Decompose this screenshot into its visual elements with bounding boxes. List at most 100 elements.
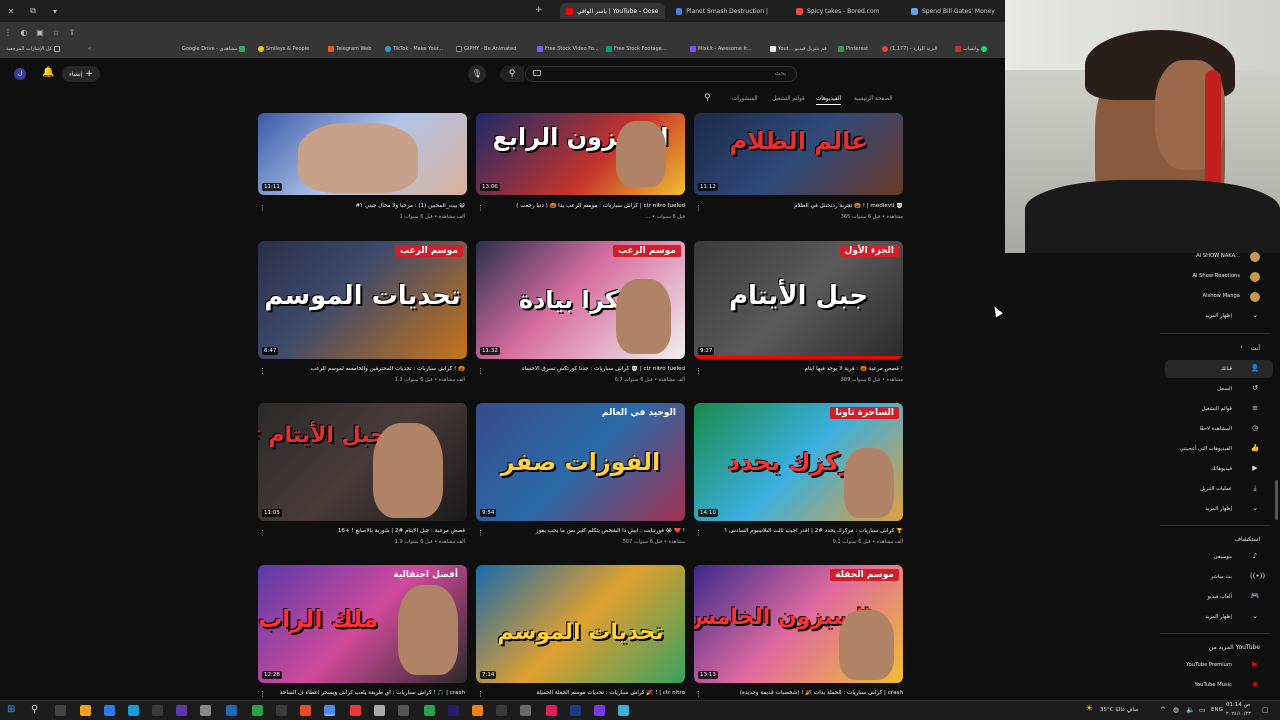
- edge-icon[interactable]: [104, 705, 115, 716]
- app-icon[interactable]: [152, 705, 163, 716]
- bookmark-mixkit[interactable]: Mixkit - Awesome fr...: [690, 46, 752, 52]
- app-icon[interactable]: [374, 705, 385, 716]
- video-menu-icon[interactable]: ⋮: [477, 529, 484, 537]
- photoshop-icon[interactable]: [570, 705, 581, 716]
- tab-search-icon[interactable]: ▾: [44, 7, 66, 16]
- video-menu-icon[interactable]: ⋮: [695, 529, 702, 537]
- video-title[interactable]: قصص مرعبة : جبل الأيتام #2 | شوربة بالأص…: [265, 528, 465, 534]
- notifications-bell-icon[interactable]: 🔔: [42, 67, 54, 78]
- sidebar-item-watch-later[interactable]: المشاهدة لاحقًا: [1200, 426, 1232, 432]
- app-icon[interactable]: [472, 705, 483, 716]
- store-icon[interactable]: [128, 705, 139, 716]
- sidebar-subscription[interactable]: AI Show Reactions: [1192, 273, 1240, 279]
- video-menu-icon[interactable]: ⋮: [259, 529, 266, 537]
- video-title[interactable]: كراش سباريات : تحديات موسم الحفلة الجميل…: [485, 690, 685, 696]
- video-thumbnail[interactable]: أفضل احتفالية ملك الراب 12:28: [258, 565, 467, 683]
- video-thumbnail[interactable]: موسم الرعب تحديات الموسم 6:47: [258, 241, 467, 359]
- sidebar-show-more[interactable]: إظهار المزيد: [1205, 614, 1232, 620]
- sidebar-item-music-app[interactable]: YouTube Music: [1195, 682, 1233, 688]
- app-icon[interactable]: [300, 705, 311, 716]
- bookmark-star-icon[interactable]: ☆: [48, 28, 64, 37]
- video-thumbnail[interactable]: 11:11: [258, 113, 467, 195]
- channel-search-icon[interactable]: ⚲: [704, 93, 711, 103]
- sidebar-item-gaming[interactable]: ألعاب فيديو: [1207, 594, 1232, 600]
- app-icon[interactable]: [398, 705, 409, 716]
- video-menu-icon[interactable]: ⋮: [259, 204, 266, 212]
- sidebar-subscription[interactable]: Alshow Manga: [1203, 293, 1240, 299]
- task-view-icon[interactable]: [55, 705, 66, 716]
- video-thumbnail[interactable]: عالم الظلام 11:12: [694, 113, 903, 195]
- weather-icon[interactable]: ☀: [1085, 704, 1093, 714]
- app-icon[interactable]: [226, 705, 237, 716]
- bookmark-gmail[interactable]: (1,177) - البريد الوارد: [882, 46, 938, 52]
- video-title[interactable]: تجربة ردتحنثل في الظلام 🎃 ! | medievil 💀: [703, 203, 903, 209]
- sidebar-item-premium[interactable]: YouTube Premium: [1186, 662, 1232, 668]
- sidebar-show-more[interactable]: إظهار المزيد: [1205, 313, 1232, 319]
- app-icon[interactable]: [618, 705, 629, 716]
- sidebar-section-you[interactable]: أنت: [1251, 345, 1260, 352]
- video-menu-icon[interactable]: ⋮: [477, 204, 484, 212]
- battery-icon[interactable]: ▭: [1199, 706, 1206, 714]
- chrome-icon[interactable]: [324, 705, 335, 716]
- sidebar-item-downloads[interactable]: عمليات التنزيل: [1200, 486, 1232, 492]
- app-icon[interactable]: [520, 705, 531, 716]
- menu-dots-icon[interactable]: ⋮: [0, 28, 16, 37]
- video-thumbnail[interactable]: تحديات الموسم 7:14: [476, 565, 685, 683]
- video-menu-icon[interactable]: ⋮: [259, 690, 266, 698]
- sidebar-item-music[interactable]: موسيقى: [1214, 554, 1232, 560]
- sidebar-item-your-videos[interactable]: فيديوهاتك: [1211, 466, 1232, 472]
- app-icon[interactable]: [176, 705, 187, 716]
- video-title[interactable]: كراش سباريات : موسم الرعب بدأ 🎃 ( دنيا ر…: [485, 203, 685, 209]
- windows-start-icon[interactable]: ⊞: [7, 704, 15, 715]
- channel-avatar[interactable]: [1250, 292, 1260, 302]
- window-menu-icon[interactable]: ✕: [0, 7, 22, 16]
- file-explorer-icon[interactable]: [80, 705, 91, 716]
- bookmark-giphy[interactable]: GIPHY - Be Animated: [456, 46, 516, 52]
- clock-time[interactable]: 01:14 ص: [1226, 702, 1250, 708]
- app-icon[interactable]: [546, 705, 557, 716]
- video-thumbnail[interactable]: موسم الرعب شكرا بيادة 11:32: [476, 241, 685, 359]
- app-icon[interactable]: [276, 705, 287, 716]
- voice-search-icon[interactable]: 🎙: [468, 65, 486, 83]
- sidebar-item-history[interactable]: السجل: [1217, 386, 1232, 392]
- sidebar-show-more[interactable]: إظهار المزيد: [1205, 506, 1232, 512]
- sidebar-item-liked[interactable]: الفيديوهات التي أعجبتني: [1180, 446, 1232, 452]
- tab-home[interactable]: الصفحة الرئيسية: [854, 96, 893, 102]
- weather-text[interactable]: 35°C صافٍ غالبًا: [1100, 707, 1139, 713]
- clock-date[interactable]: ٢٠٢٤/١٠/٢٣: [1226, 711, 1251, 717]
- video-thumbnail[interactable]: جبل الأيتام #٢ 11:05: [258, 403, 467, 521]
- app-icon[interactable]: [350, 705, 361, 716]
- bookmark-yt-downloader[interactable]: Yout... قم بتنزيل فيديو: [770, 46, 827, 52]
- video-menu-icon[interactable]: ⋮: [695, 204, 702, 212]
- video-title[interactable]: كراش سباريات : اي طريقة يلعب كراش ويسحر …: [265, 690, 465, 696]
- tab-bill-gates[interactable]: Spend Bill Gates' Money: [905, 3, 1005, 19]
- video-menu-icon[interactable]: ⋮: [477, 367, 484, 375]
- tab-playlists[interactable]: قوائم التشغيل: [772, 96, 805, 102]
- tab-posts[interactable]: المنشورات: [732, 96, 758, 102]
- notification-icon[interactable]: ▢: [1262, 706, 1269, 714]
- video-menu-icon[interactable]: ⋮: [477, 690, 484, 698]
- video-menu-icon[interactable]: ⋮: [695, 690, 702, 698]
- tab-spicy-takes[interactable]: Spicy takes - Bored.com: [790, 3, 890, 19]
- new-tab-icon[interactable]: +: [535, 5, 543, 15]
- video-title[interactable]: كراش سباريات : مركزك بحدد #2 | اقدر اجيب…: [703, 528, 903, 534]
- app-icon[interactable]: [496, 705, 507, 716]
- chevron-icon[interactable]: «: [88, 46, 91, 52]
- video-thumbnail[interactable]: السيزون الرابع 13:06: [476, 113, 685, 195]
- language-indicator[interactable]: ENG: [1211, 707, 1223, 713]
- bookmark-whatsapp[interactable]: واتساب: [955, 46, 987, 52]
- profile-icon[interactable]: ◐: [16, 28, 32, 37]
- tray-chevron-icon[interactable]: ^: [1160, 706, 1166, 714]
- video-menu-icon[interactable]: ⋮: [259, 367, 266, 375]
- create-button[interactable]: إنشاء +: [62, 66, 100, 82]
- xbox-icon[interactable]: [424, 705, 435, 716]
- volume-icon[interactable]: 🔈: [1186, 706, 1195, 714]
- bookmark-all[interactable]: كل الإشارات المرجعية: [6, 46, 61, 52]
- keyboard-icon[interactable]: [533, 70, 541, 76]
- bookmark-telegram[interactable]: Telegram Web: [328, 46, 371, 52]
- restore-icon[interactable]: ⧉: [22, 6, 44, 16]
- video-title[interactable]: فورتنايت : أيش دا الشخص يتكلم كثير بس ما…: [485, 528, 685, 534]
- video-title[interactable]: كراش سباريات : جدنا كورتكس تسرق الاحساء …: [485, 366, 685, 372]
- video-menu-icon[interactable]: ⋮: [695, 367, 702, 375]
- video-thumbnail[interactable]: الساحرة تاونا مركزك يحدد 14:10: [694, 403, 903, 521]
